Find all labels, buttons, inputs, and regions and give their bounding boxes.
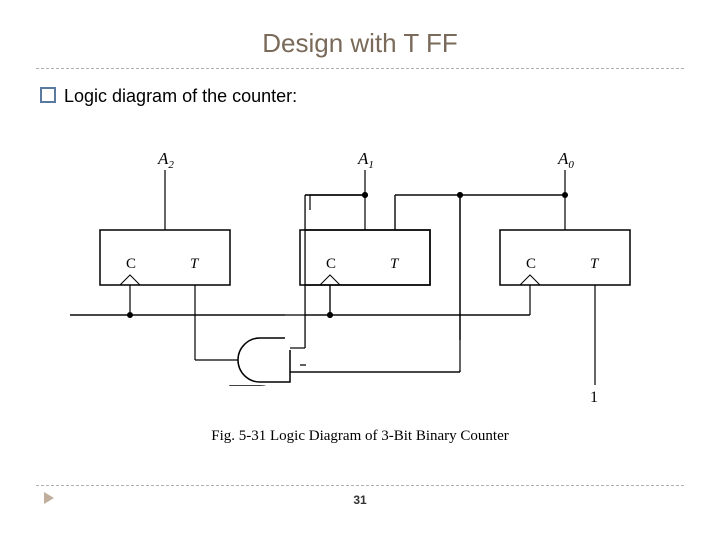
a0-label: A0 <box>557 149 574 171</box>
ff0-c-label: C <box>526 256 536 272</box>
logic-diagram: C T C T C T A2 A1 A0 <box>60 140 660 460</box>
bullet-item: Logic diagram of the counter: <box>40 86 297 107</box>
bullet-text: Logic diagram of the counter: <box>64 86 297 106</box>
a2-label: A2 <box>157 149 174 171</box>
divider-bottom <box>36 485 684 486</box>
slide-number: 31 <box>0 493 720 507</box>
bullet-icon <box>40 87 56 103</box>
ff1-c-label: C <box>326 256 336 272</box>
and-gate-shape <box>238 338 290 382</box>
a1-label: A1 <box>357 149 374 171</box>
ff2-c-label: C <box>126 256 136 272</box>
slide-title: Design with T FF <box>0 28 720 59</box>
divider-top <box>36 68 684 69</box>
figure-caption: Fig. 5-31 Logic Diagram of 3-Bit Binary … <box>211 428 508 444</box>
one-label: 1 <box>590 389 598 406</box>
